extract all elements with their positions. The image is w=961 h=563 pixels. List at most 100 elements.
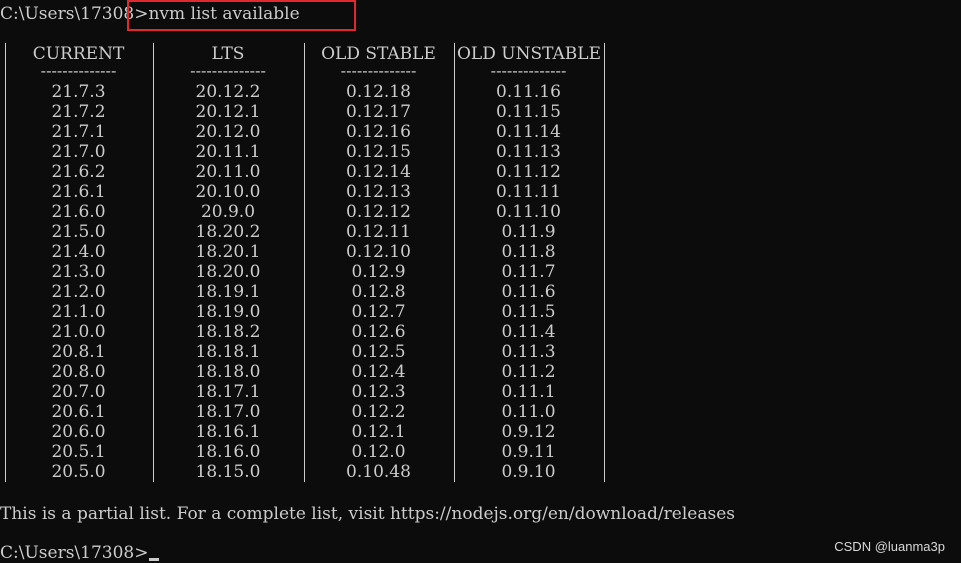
version-cell: 20.7.0 (51, 382, 106, 402)
version-cell: 20.11.0 (195, 162, 261, 182)
column-2: OLD STABLE -------------- 0.12.18 0.12.17 0.… (307, 43, 450, 482)
version-cell: 0.11.15 (496, 102, 561, 122)
version-cell: 0.11.1 (501, 382, 556, 402)
header-underline: -------------- (340, 65, 417, 77)
version-cell: 0.12.17 (346, 102, 411, 122)
table-border-left (5, 43, 6, 482)
version-cell: 18.20.2 (195, 222, 261, 242)
version-cell: 20.9.0 (200, 202, 256, 222)
version-cell: 18.20.0 (195, 262, 261, 282)
version-cell: 20.12.1 (195, 102, 261, 122)
version-cell: 0.11.4 (501, 322, 556, 342)
version-cell: 18.18.1 (195, 342, 261, 362)
version-cell: 0.12.14 (346, 162, 411, 182)
version-cell: 21.4.0 (51, 242, 106, 262)
version-cell: 21.1.0 (51, 302, 106, 322)
version-cell: 0.12.0 (351, 442, 406, 462)
version-cell: 18.16.0 (195, 442, 261, 462)
version-cell: 0.9.11 (501, 442, 556, 462)
version-cell: 21.7.2 (51, 102, 106, 122)
version-cell: 18.20.1 (195, 242, 261, 262)
version-cell: 0.11.8 (501, 242, 556, 262)
version-cell: 0.11.9 (501, 222, 556, 242)
version-cell: 20.11.1 (195, 142, 261, 162)
version-cell: 0.12.11 (346, 222, 411, 242)
version-cell: 0.12.5 (351, 342, 406, 362)
version-cell: 0.11.11 (496, 182, 561, 202)
version-cell: 21.7.1 (51, 122, 106, 142)
version-cell: 0.12.13 (346, 182, 411, 202)
version-cell: 21.6.2 (51, 162, 106, 182)
version-cell: 21.3.0 (51, 262, 106, 282)
version-cell: 20.5.1 (51, 442, 106, 462)
version-cell: 0.12.1 (351, 422, 406, 442)
version-cell: 20.12.0 (195, 122, 261, 142)
version-cell: 20.12.2 (195, 82, 261, 102)
version-cell: 0.12.2 (351, 402, 406, 422)
column-header: OLD UNSTABLE (457, 44, 601, 64)
version-cell: 0.11.7 (501, 262, 556, 282)
version-cell: 20.5.0 (51, 462, 106, 482)
footer-message: This is a partial list. For a complete l… (0, 504, 735, 524)
version-cell: 0.11.10 (496, 202, 561, 222)
column-header: LTS (211, 44, 245, 64)
version-cell: 20.6.1 (51, 402, 106, 422)
column-header: CURRENT (32, 44, 125, 64)
column-3: OLD UNSTABLE -------------- 0.11.16 0.11.15… (457, 43, 601, 482)
version-cell: 0.12.16 (346, 122, 411, 142)
version-cell: 20.8.1 (51, 342, 106, 362)
header-underline: -------------- (490, 65, 567, 77)
version-cell: 18.17.1 (195, 382, 261, 402)
header-underline: -------------- (190, 65, 266, 77)
version-cell: 0.12.3 (351, 382, 406, 402)
csdn-watermark: CSDN @luanma3p (834, 539, 945, 554)
version-cell: 21.6.0 (51, 202, 106, 222)
version-cell: 21.0.0 (51, 322, 106, 342)
version-cell: 21.6.1 (51, 182, 106, 202)
version-cell: 0.9.10 (501, 462, 556, 482)
version-cell: 0.11.16 (496, 82, 561, 102)
version-cell: 18.15.0 (195, 462, 261, 482)
version-cell: 0.12.6 (351, 322, 406, 342)
version-cell: 21.5.0 (51, 222, 106, 242)
command-highlight-box (127, 0, 356, 31)
prompt-path-bottom: C:\Users\17308> (0, 543, 149, 563)
version-cell: 18.19.0 (195, 302, 261, 322)
version-cell: 0.12.4 (351, 362, 406, 382)
version-cell: 0.12.10 (346, 242, 411, 262)
version-cell: 18.18.0 (195, 362, 261, 382)
column-header: OLD STABLE (321, 44, 436, 64)
version-cell: 0.11.13 (496, 142, 561, 162)
version-cell: 0.12.15 (346, 142, 411, 162)
version-cell: 0.12.18 (346, 82, 411, 102)
version-cell: 0.11.6 (501, 282, 556, 302)
version-cell: 18.16.1 (195, 422, 261, 442)
version-cell: 21.2.0 (51, 282, 106, 302)
table-separator-3 (454, 43, 455, 482)
command-line-bottom[interactable]: C:\Users\17308> (0, 543, 160, 563)
version-cell: 20.10.0 (195, 182, 261, 202)
column-0: CURRENT -------------- 21.7.3 21.7.2 21.7.1 2… (8, 43, 149, 482)
version-cell: 21.7.0 (51, 142, 106, 162)
version-cell: 0.11.12 (496, 162, 561, 182)
table-separator-2 (304, 43, 305, 482)
column-1: LTS -------------- 20.12.2 20.12.1 20.12.0 20… (156, 43, 300, 482)
table-separator-1 (153, 43, 154, 482)
table-border-right (604, 43, 605, 482)
version-cell: 0.11.14 (496, 122, 561, 142)
version-cell: 20.6.0 (51, 422, 106, 442)
version-cell: 0.9.12 (501, 422, 556, 442)
version-cell: 20.8.0 (51, 362, 106, 382)
version-cell: 18.19.1 (195, 282, 261, 302)
version-cell: 0.12.9 (351, 262, 406, 282)
version-cell: 0.11.5 (501, 302, 556, 322)
version-cell: 18.18.2 (195, 322, 261, 342)
version-cell: 0.11.2 (501, 362, 556, 382)
version-cell: 0.12.8 (351, 282, 406, 302)
version-cell: 18.17.0 (195, 402, 261, 422)
version-cell: 0.12.12 (346, 202, 411, 222)
version-cell: 0.12.7 (351, 302, 406, 322)
text-cursor (149, 558, 160, 561)
version-cell: 0.11.0 (501, 402, 556, 422)
version-cell: 21.7.3 (51, 82, 106, 102)
